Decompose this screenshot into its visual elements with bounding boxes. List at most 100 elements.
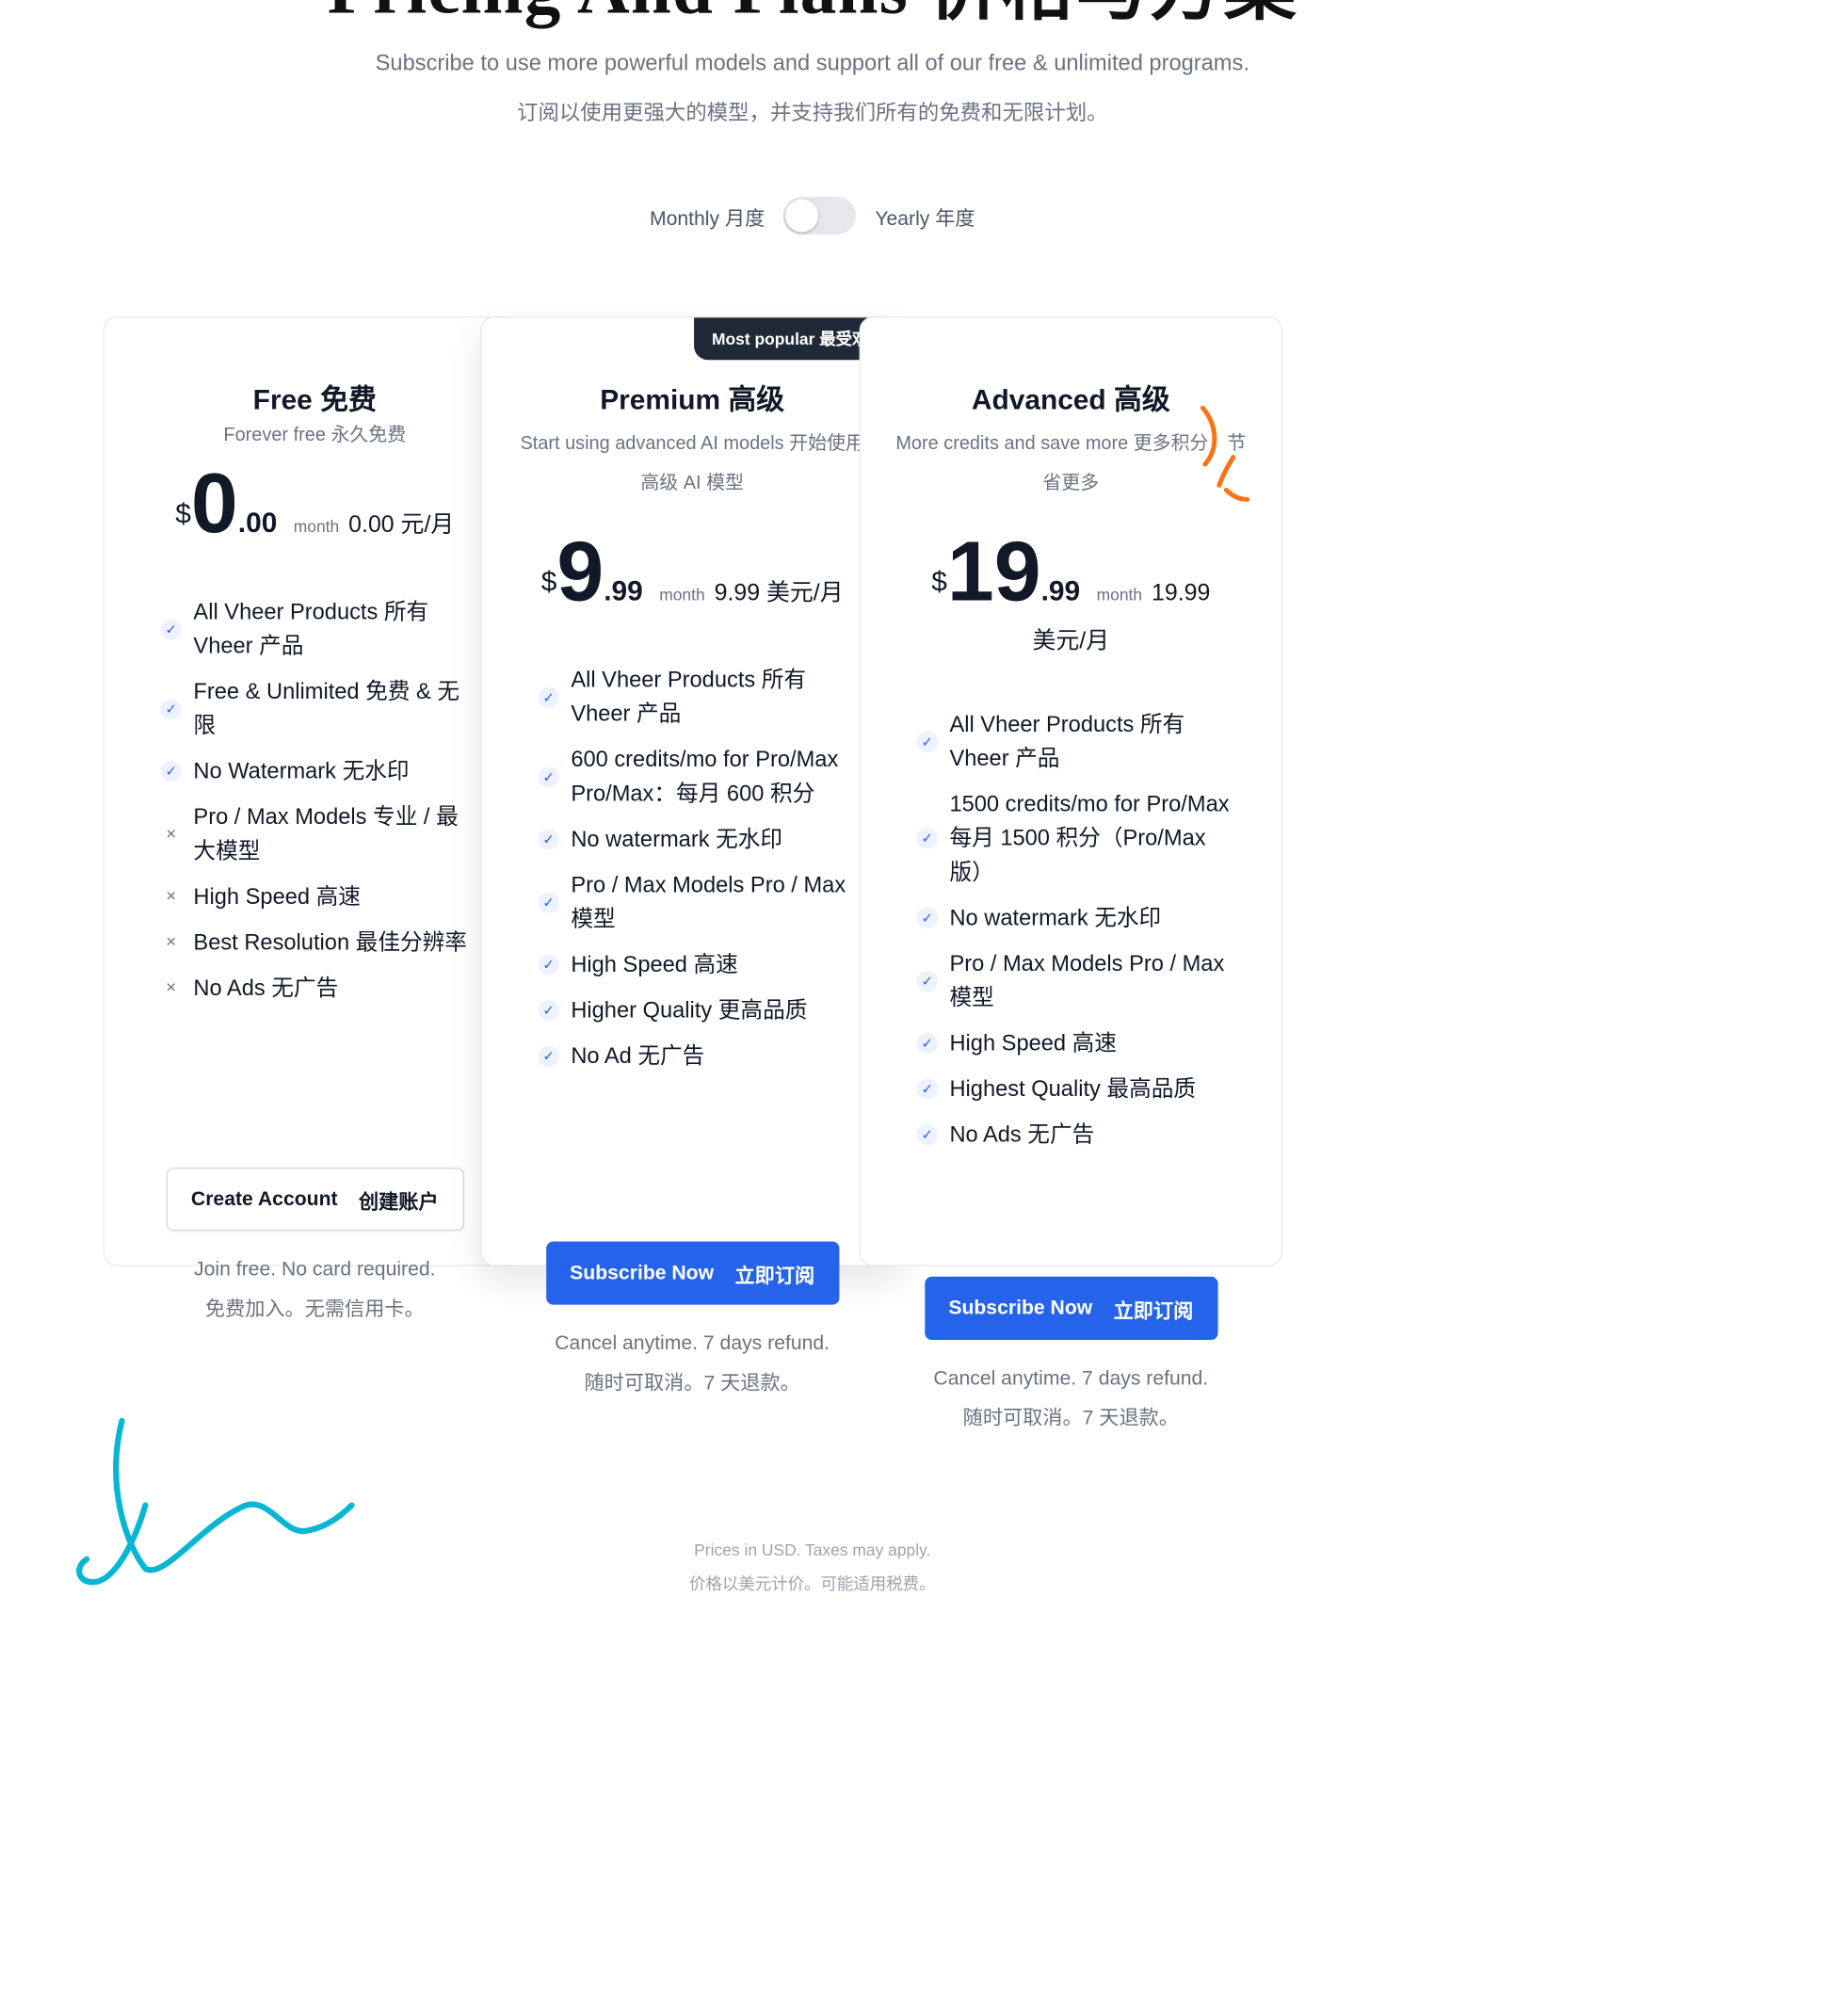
price-whole: 19	[946, 524, 1041, 620]
plan-note-en: Join free. No card required.	[194, 1257, 436, 1281]
cross-icon: ×	[166, 977, 177, 998]
check-icon: ✓	[916, 1078, 938, 1100]
feature-item: × Best Resolution 最佳分辨率	[161, 926, 474, 960]
plan-note-zh: 随时可取消。7 天退款。	[962, 1407, 1179, 1429]
check-icon: ✓	[538, 686, 559, 708]
subscribe-premium-button[interactable]: Subscribe Now 立即订阅	[545, 1241, 839, 1305]
cyan-squiggle-decoration	[75, 1417, 355, 1586]
plan-price: $9.99 month 9.99 美元/月	[482, 530, 903, 619]
cross-icon: ×	[166, 886, 177, 907]
price-period: month	[1096, 585, 1143, 605]
price-period: month	[293, 517, 340, 536]
orange-squiggle-decoration	[1200, 405, 1250, 502]
feature-item: × Pro / Max Models 专业 / 最大模型	[161, 800, 474, 868]
feature-text: Best Resolution 最佳分辨率	[193, 930, 467, 956]
feature-item: ✓ No watermark 无水印	[538, 822, 850, 856]
plan-note-zh: 免费加入。无需信用卡。	[204, 1298, 425, 1320]
subscribe-advanced-button[interactable]: Subscribe Now 立即订阅	[924, 1276, 1217, 1341]
check-icon: ✓	[538, 1045, 559, 1068]
monthly-label[interactable]: Monthly 月度	[650, 202, 765, 231]
create-account-button[interactable]: Create Account 创建账户	[166, 1168, 464, 1232]
plan-tagline: Start using advanced AI models 开始使用高级 AI…	[520, 433, 864, 494]
feature-text: Higher Quality 更高品质	[571, 998, 808, 1024]
check-icon: ✓	[916, 907, 938, 929]
feature-text: No watermark 无水印	[571, 827, 783, 852]
billing-period-toggle[interactable]	[783, 197, 857, 234]
feature-item: ✓ No Watermark 无水印	[160, 754, 474, 788]
check-icon: ✓	[160, 698, 182, 719]
feature-item: ✓ All Vheer Products 所有 Vheer 产品	[916, 707, 1230, 775]
price-period: month	[659, 585, 705, 605]
plan-price: $0.00 month 0.00 元/月	[105, 462, 525, 551]
plan-note-zh: 随时可取消。7 天退款。	[584, 1371, 800, 1395]
plan-tagline: Forever free 永久免费	[223, 425, 407, 446]
feature-text: 600 credits/mo for Pro/Max Pro/Max：每月 60…	[571, 747, 839, 807]
feature-text: High Speed 高速	[193, 884, 361, 910]
plan-name: Premium 高级	[600, 384, 785, 416]
price-local: 9.99 美元/月	[714, 580, 844, 606]
plan-note-en: Cancel anytime. 7 days refund.	[933, 1366, 1209, 1390]
check-icon: ✓	[160, 761, 182, 782]
feature-text: No Watermark 无水印	[193, 759, 410, 784]
button-label-zh: 立即订阅	[734, 1264, 815, 1287]
price-currency: $	[540, 566, 557, 598]
feature-item: ✓ Highest Quality 最高品质	[916, 1073, 1230, 1106]
price-local: 0.00 元/月	[348, 512, 455, 539]
feature-item: × No Ads 无广告	[161, 972, 474, 1006]
feature-list: ✓ All Vheer Products 所有 Vheer 产品 ✓ 600 cred…	[482, 663, 903, 1073]
feature-text: Free & Unlimited 免费 & 无限	[193, 679, 460, 738]
feature-list: ✓ All Vheer Products 所有 Vheer 产品 ✓ 1500 cre…	[861, 707, 1281, 1152]
feature-item: ✓ All Vheer Products 所有 Vheer 产品	[160, 595, 474, 663]
billing-toggle-row: Monthly 月度 Yearly 年度	[0, 197, 1625, 234]
feature-item: ✓ 600 credits/mo for Pro/Max Pro/Max：每月 6…	[538, 743, 850, 811]
feature-item: ✓ All Vheer Products 所有 Vheer 产品	[538, 663, 850, 731]
feature-text: High Speed 高速	[571, 952, 738, 977]
feature-text: No Ad 无广告	[571, 1043, 705, 1069]
price-whole: 9	[556, 524, 604, 620]
check-icon: ✓	[538, 954, 559, 976]
toggle-knob	[785, 199, 819, 233]
feature-text: All Vheer Products 所有 Vheer 产品	[571, 668, 807, 727]
feature-item: ✓ Pro / Max Models Pro / Max 模型	[916, 946, 1230, 1014]
plan-note-en: Cancel anytime. 7 days refund.	[555, 1331, 830, 1354]
feature-item: ✓ No Ads 无广告	[916, 1118, 1230, 1152]
check-icon: ✓	[538, 1000, 559, 1022]
check-icon: ✓	[916, 1032, 938, 1055]
yearly-label[interactable]: Yearly 年度	[875, 202, 975, 231]
page-subtitle-zh: 订阅以使用更强大的模型，并支持我们所有的免费和无限计划。	[517, 101, 1108, 124]
check-icon: ✓	[916, 1124, 938, 1146]
check-icon: ✓	[160, 618, 182, 640]
button-label-zh: 立即订阅	[1113, 1299, 1194, 1322]
plan-card-free: Free 免费 Forever free 永久免费 $0.00 month 0.00…	[103, 316, 527, 1320]
feature-text: All Vheer Products 所有 Vheer 产品	[949, 712, 1185, 771]
feature-text: Pro / Max Models 专业 / 最大模型	[193, 804, 459, 864]
feature-item: × High Speed 高速	[161, 879, 474, 913]
feature-item: ✓ Pro / Max Models Pro / Max 模型	[538, 868, 850, 936]
feature-list: ✓ All Vheer Products 所有 Vheer 产品 ✓ Free & U…	[105, 595, 525, 1006]
plan-name: Free 免费	[252, 384, 377, 416]
plan-card-premium: Most popular 最受欢迎 Premium 高级 Start using…	[480, 316, 904, 1394]
button-label-zh: 创建账户	[358, 1190, 439, 1213]
plan-price: $19.99 month 19.99 美元/月	[861, 530, 1281, 663]
feature-item: ✓ No Ad 无广告	[538, 1040, 850, 1073]
feature-text: No Ads 无广告	[949, 1122, 1095, 1148]
button-label-en: Create Account	[190, 1187, 338, 1210]
feature-text: High Speed 高速	[949, 1031, 1117, 1056]
feature-item: ✓ 1500 credits/mo for Pro/Max 每月 1500 积分（…	[916, 787, 1230, 889]
feature-item: ✓ High Speed 高速	[916, 1026, 1230, 1060]
price-currency: $	[175, 498, 191, 530]
page-title: Pricing And Plans 价格与方案	[0, 0, 1625, 25]
check-icon: ✓	[916, 970, 938, 992]
feature-text: Highest Quality 最高品质	[949, 1076, 1197, 1102]
feature-item: ✓ Free & Unlimited 免费 & 无限	[160, 675, 474, 743]
pricing-page: Pricing And Plans 价格与方案 Subscribe to use…	[0, 0, 1821, 2016]
cross-icon: ×	[166, 931, 177, 953]
feature-text: Pro / Max Models Pro / Max 模型	[571, 873, 846, 932]
feature-item: ✓ High Speed 高速	[538, 948, 850, 982]
page-subtitle-en: Subscribe to use more powerful models an…	[375, 51, 1249, 76]
price-whole: 0	[190, 457, 238, 552]
check-icon: ✓	[538, 766, 559, 788]
check-icon: ✓	[538, 891, 559, 913]
feature-text: 1500 credits/mo for Pro/Max 每月 1500 积分（P…	[949, 792, 1230, 885]
feature-text: No Ads 无广告	[193, 976, 339, 1001]
